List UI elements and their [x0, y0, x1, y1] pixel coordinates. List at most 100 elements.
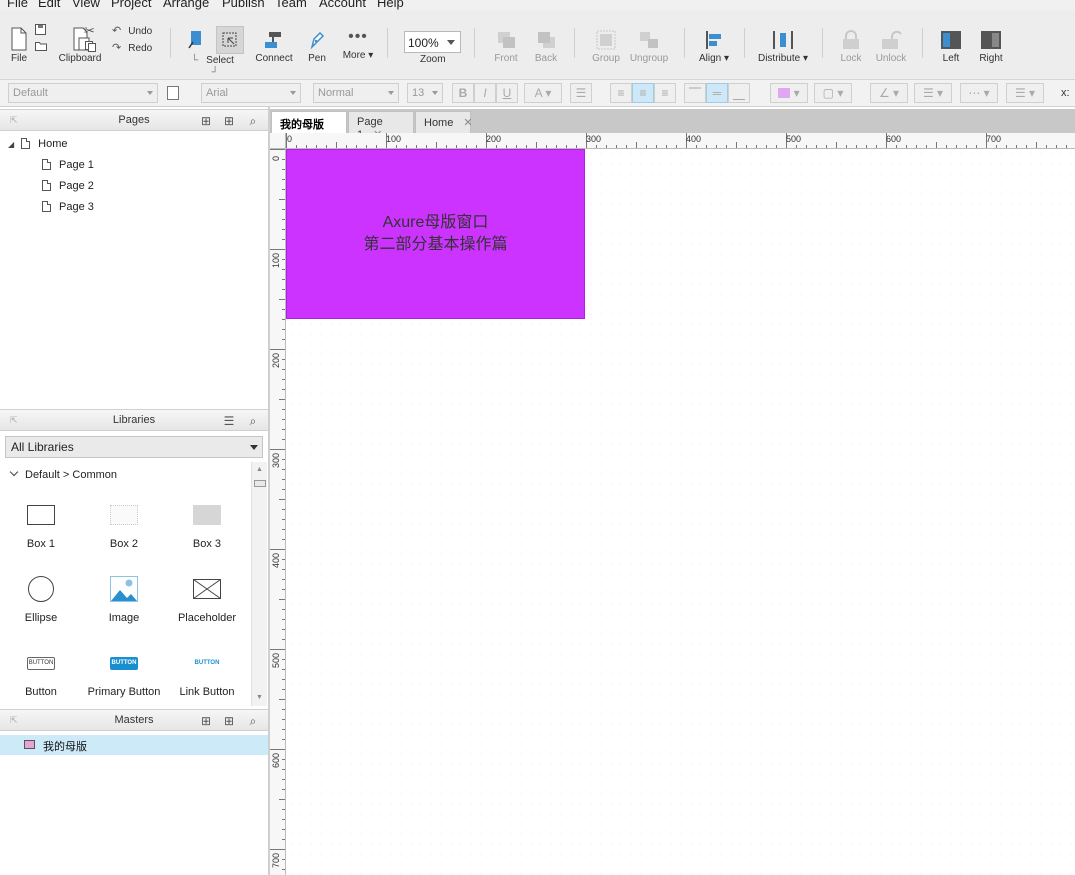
library-item-ellipse[interactable]: Ellipse: [1, 574, 81, 624]
redo-button[interactable]: ↷ Redo: [112, 41, 152, 54]
tree-item-page-2[interactable]: Page 2: [42, 177, 94, 195]
style-edit-icon[interactable]: [167, 86, 179, 100]
font-weight-select[interactable]: Normal: [313, 83, 399, 103]
menu-help[interactable]: Help: [377, 0, 404, 10]
library-select[interactable]: All Libraries: [5, 436, 263, 458]
ungroup-button[interactable]: Ungroup: [628, 30, 670, 64]
more-button[interactable]: ••• More ▾: [340, 29, 376, 62]
pen-button[interactable]: Pen: [303, 30, 331, 64]
select-pointer-button[interactable]: [186, 30, 206, 53]
undo-button[interactable]: ↶ Undo: [112, 24, 152, 37]
unlock-button[interactable]: Unlock: [874, 30, 908, 64]
tree-item-home[interactable]: ◢ Home: [8, 135, 68, 153]
library-item-primary-button[interactable]: BUTTON Primary Button: [84, 648, 164, 698]
menu-arrange[interactable]: Arrange: [163, 0, 209, 10]
library-item-label: Box 1: [26, 538, 56, 550]
add-page-icon[interactable]: ⊞: [199, 114, 213, 128]
scroll-down-icon[interactable]: ▼: [256, 694, 263, 701]
line-style-button[interactable]: ⋯ ▾: [960, 83, 998, 103]
right-button[interactable]: Right: [978, 30, 1004, 64]
tree-item-page-1[interactable]: Page 1: [42, 156, 94, 174]
fill-color-button[interactable]: ▾: [770, 83, 808, 103]
design-canvas[interactable]: Axure母版窗口 第二部分基本操作篇: [286, 149, 1075, 875]
font-color-button[interactable]: A ▾: [524, 83, 562, 103]
text-format-button[interactable]: ☰: [570, 83, 592, 103]
tab-home[interactable]: Home ✕: [415, 111, 473, 133]
align-button[interactable]: Align ▾: [697, 30, 731, 64]
send-back-button[interactable]: Back: [532, 30, 560, 64]
italic-button[interactable]: I: [474, 83, 496, 103]
open-folder-icon[interactable]: [35, 41, 47, 54]
add-folder-icon[interactable]: ⊞: [222, 714, 236, 728]
bring-front-button[interactable]: Front: [492, 30, 520, 64]
font-weight-value: Normal: [318, 87, 354, 99]
menu-bar: File Edit View Project Arrange Publish T…: [0, 0, 1075, 10]
lock-button[interactable]: Lock: [838, 30, 864, 64]
scroll-thumb[interactable]: [254, 480, 266, 487]
library-item-box-1[interactable]: Box 1: [1, 500, 81, 550]
tree-item-page-3[interactable]: Page 3: [42, 198, 94, 216]
ruler-label: 200: [271, 352, 281, 368]
scroll-up-icon[interactable]: ▲: [256, 466, 263, 473]
menu-team[interactable]: Team: [275, 0, 307, 10]
redo-label: Redo: [128, 43, 153, 54]
library-group-header[interactable]: Default > Common: [9, 467, 117, 481]
tab-page-1[interactable]: Page 1✕: [348, 111, 414, 141]
add-folder-icon[interactable]: ⊞: [222, 114, 236, 128]
arrow-style-button[interactable]: ☰ ▾: [1006, 83, 1044, 103]
front-label: Front: [494, 53, 518, 64]
redo-icon: ↷: [112, 42, 122, 54]
valign-top-button[interactable]: ⎺: [684, 83, 706, 103]
add-master-icon[interactable]: ⊞: [199, 714, 213, 728]
menu-account[interactable]: Account: [319, 0, 366, 10]
cut-icon[interactable]: ✂: [84, 23, 95, 39]
copy-icon[interactable]: [85, 41, 96, 55]
align-text-left-button[interactable]: ≡: [610, 83, 632, 103]
font-size-select[interactable]: 13: [407, 83, 443, 103]
valign-bottom-button[interactable]: ⎽: [728, 83, 750, 103]
library-item-placeholder[interactable]: Placeholder: [167, 574, 247, 624]
library-scrollbar[interactable]: ▲ ▼: [251, 462, 267, 706]
library-item-link-button[interactable]: BUTTON Link Button: [167, 648, 247, 698]
font-select[interactable]: Arial: [201, 83, 301, 103]
library-item-button[interactable]: BUTTON Button: [1, 648, 81, 698]
distribute-button[interactable]: Distribute ▾: [757, 30, 809, 64]
search-icon[interactable]: ⌕: [246, 114, 260, 128]
tab-master[interactable]: 我的母版✕: [271, 111, 347, 145]
ellipse-icon: [28, 576, 54, 602]
hamburger-menu-icon[interactable]: ☰: [222, 414, 236, 428]
master-item-selected[interactable]: 我的母版: [0, 735, 268, 755]
left-button[interactable]: Left: [938, 30, 964, 64]
menu-edit[interactable]: Edit: [38, 0, 60, 10]
library-item-image[interactable]: Image: [84, 574, 164, 624]
zoom-select[interactable]: 100%: [404, 31, 461, 53]
group-button[interactable]: Group: [592, 30, 620, 64]
menu-project[interactable]: Project: [111, 0, 151, 10]
valign-middle-button[interactable]: ═: [706, 83, 728, 103]
style-select[interactable]: Default: [8, 83, 158, 103]
select-mode-button[interactable]: [216, 26, 244, 54]
library-item-box-2[interactable]: Box 2: [84, 500, 164, 550]
menu-publish[interactable]: Publish: [222, 0, 265, 10]
placeholder-icon: [193, 579, 221, 599]
align-text-center-button[interactable]: ≡: [632, 83, 654, 103]
align-text-right-button[interactable]: ≡: [654, 83, 676, 103]
menu-view[interactable]: View: [72, 0, 100, 10]
library-item-box-3[interactable]: Box 3: [167, 500, 247, 550]
search-icon[interactable]: ⌕: [246, 414, 260, 428]
collapse-arrow-icon[interactable]: ◢: [8, 140, 14, 149]
menu-file[interactable]: File: [7, 0, 28, 10]
file-button[interactable]: File: [8, 26, 30, 64]
bold-button[interactable]: B: [452, 83, 474, 103]
shadow-button[interactable]: ▢ ▾: [814, 83, 852, 103]
search-icon[interactable]: ⌕: [246, 714, 260, 728]
master-widget[interactable]: Axure母版窗口 第二部分基本操作篇: [286, 149, 585, 319]
line-width-button[interactable]: ☰ ▾: [914, 83, 952, 103]
line-color-button[interactable]: ∠ ▾: [870, 83, 908, 103]
connect-button[interactable]: Connect: [254, 30, 294, 64]
library-item-label: Image: [108, 612, 140, 624]
underline-button[interactable]: U: [496, 83, 518, 103]
save-icon[interactable]: [35, 24, 46, 38]
clipboard-button[interactable]: Clipboard: [56, 26, 104, 64]
close-icon[interactable]: ✕: [463, 117, 472, 129]
